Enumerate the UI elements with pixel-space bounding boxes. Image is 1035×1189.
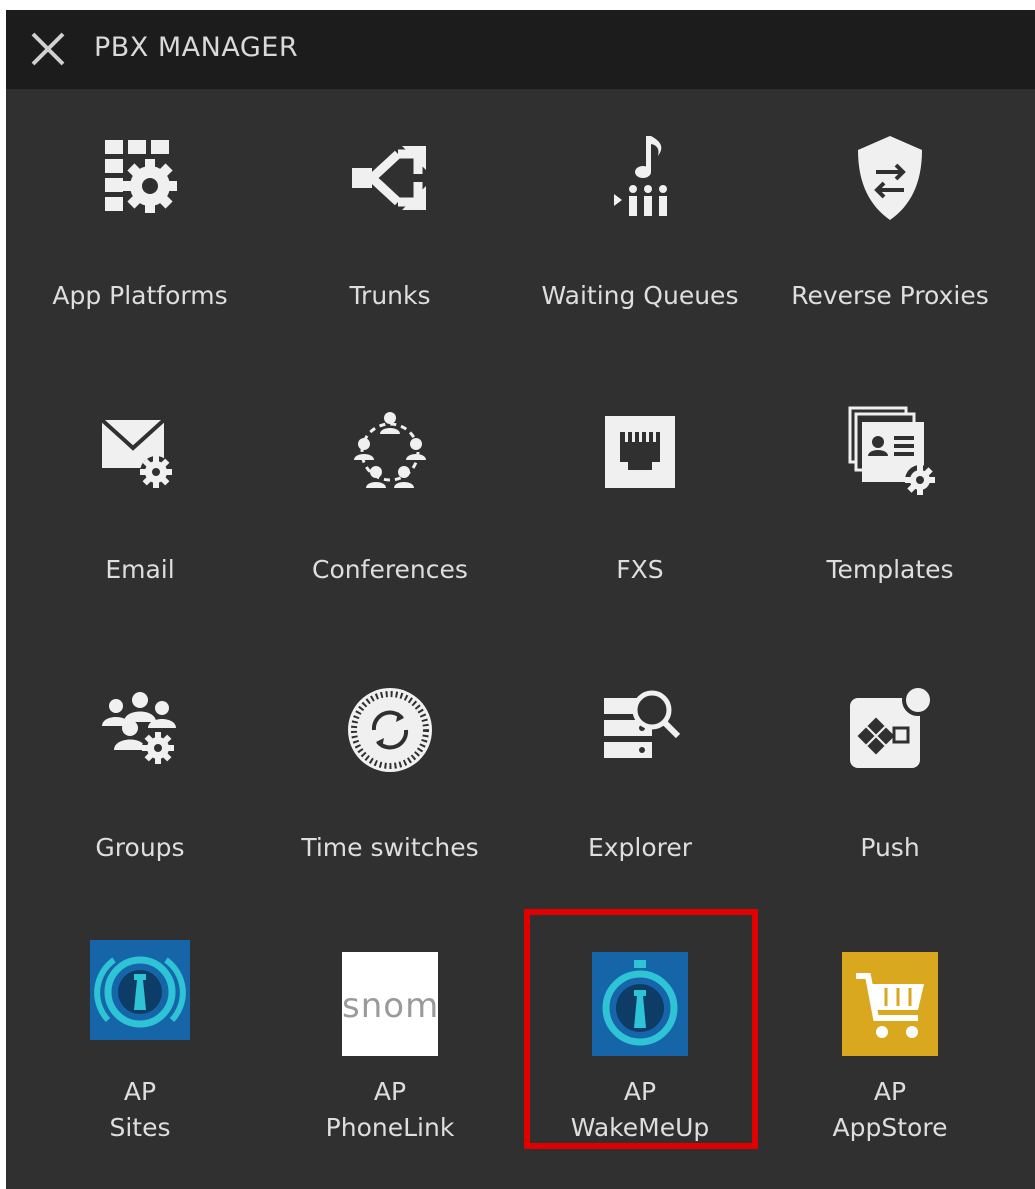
ap-sites-icon	[90, 940, 190, 1040]
tile-groups[interactable]: Groups	[15, 680, 265, 880]
tile-label: Groups	[95, 833, 185, 862]
templates-icon	[840, 402, 940, 502]
tile-email[interactable]: Email	[15, 402, 265, 602]
trunks-icon	[340, 128, 440, 228]
page-title: PBX MANAGER	[94, 32, 299, 63]
tile-label: Push	[860, 833, 920, 862]
tile-app-platforms[interactable]: App Platforms	[15, 128, 265, 328]
waiting-queues-icon	[590, 128, 690, 228]
tile-trunks[interactable]: Trunks	[265, 128, 515, 328]
tile-ap-sites[interactable]: AP Sites	[15, 940, 265, 1142]
tile-label: App Platforms	[52, 281, 228, 310]
snom-logo-icon: snom	[342, 952, 438, 1056]
tile-reverse-proxies[interactable]: Reverse Proxies	[765, 128, 1015, 328]
tile-label: Time switches	[301, 833, 479, 862]
conference-icon	[340, 402, 440, 502]
email-settings-icon	[90, 402, 190, 502]
tile-label: Waiting Queues	[541, 281, 739, 310]
tile-label: Conferences	[312, 555, 468, 584]
tile-explorer[interactable]: Explorer	[515, 680, 765, 880]
tile-label: FXS	[616, 555, 664, 584]
tile-label: AP AppStore	[832, 1077, 948, 1142]
pbx-manager-panel: PBX MANAGER App Platforms Trunks Waiting…	[6, 10, 1035, 1189]
close-button[interactable]	[28, 29, 68, 69]
clock-icon	[340, 680, 440, 780]
shield-arrows-icon	[840, 128, 940, 228]
push-icon	[840, 680, 940, 780]
explorer-search-icon	[590, 680, 690, 780]
shopping-cart-icon	[842, 952, 938, 1056]
tile-label: AP PhoneLink	[325, 1077, 455, 1142]
tile-conferences[interactable]: Conferences	[265, 402, 515, 602]
app-platforms-icon	[90, 128, 190, 228]
snom-logo-text: snom	[342, 986, 440, 1026]
tile-label: Templates	[826, 555, 954, 584]
tile-label: Email	[105, 555, 175, 584]
groups-icon	[90, 680, 190, 780]
tile-label: AP Sites	[109, 1077, 171, 1142]
header-bar: PBX MANAGER	[6, 10, 1035, 89]
tile-fxs[interactable]: FXS	[515, 402, 765, 602]
close-icon	[31, 32, 65, 66]
tile-label: Reverse Proxies	[791, 281, 989, 310]
ethernet-port-icon	[590, 402, 690, 502]
tile-label: Trunks	[349, 281, 431, 310]
tile-push[interactable]: Push	[765, 680, 1015, 880]
selection-highlight	[524, 909, 758, 1149]
tile-ap-phonelink[interactable]: snom AP PhoneLink	[265, 952, 515, 1152]
tile-ap-appstore[interactable]: AP AppStore	[765, 952, 1015, 1152]
tile-label: Explorer	[587, 833, 693, 862]
tile-templates[interactable]: Templates	[765, 402, 1015, 602]
tile-waiting-queues[interactable]: Waiting Queues	[515, 128, 765, 328]
tile-time-switches[interactable]: Time switches	[265, 680, 515, 880]
